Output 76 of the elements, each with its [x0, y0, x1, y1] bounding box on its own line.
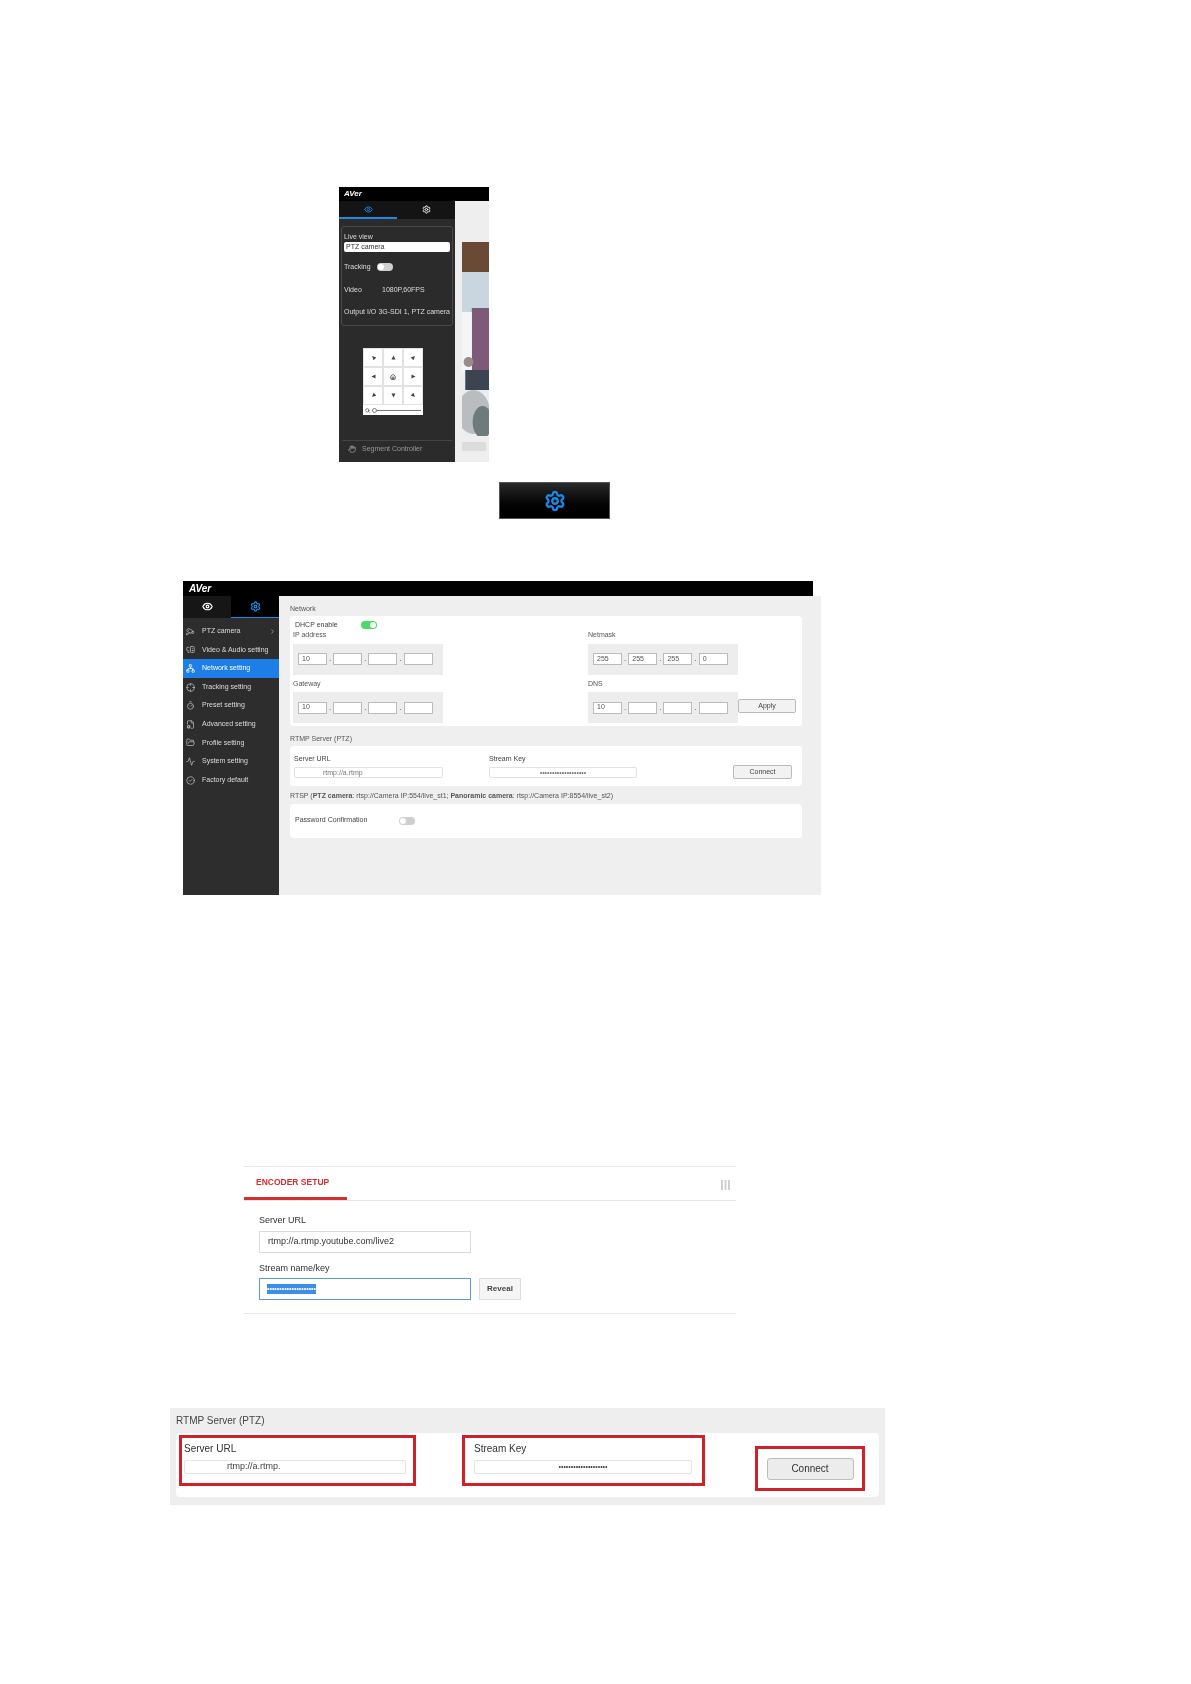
folder-icon	[186, 738, 195, 748]
separator: .	[694, 653, 697, 665]
settings-button[interactable]	[499, 482, 610, 519]
triangle-icon	[370, 374, 376, 379]
field-label: Stream Key	[474, 1442, 528, 1456]
field-label: Server URL	[259, 1214, 307, 1227]
toggle-switch[interactable]	[376, 263, 393, 272]
logo: AVer	[189, 583, 212, 594]
separator: .	[364, 701, 367, 714]
connect-button[interactable]: Connect	[766, 1457, 854, 1480]
logo: AVer	[344, 190, 362, 198]
separator: .	[399, 701, 402, 714]
separator: .	[364, 653, 367, 665]
pan-button[interactable]	[383, 348, 403, 367]
tab[interactable]	[183, 596, 231, 618]
octet-field[interactable]	[403, 701, 433, 714]
toggle-switch[interactable]	[399, 816, 416, 825]
triangle-icon	[410, 374, 416, 379]
eye-icon	[363, 204, 373, 214]
octet-field[interactable]	[663, 701, 693, 714]
timer-icon	[186, 701, 195, 711]
pan-button[interactable]	[363, 367, 383, 386]
check-circle-icon	[186, 775, 195, 785]
home-icon	[390, 373, 396, 380]
triangle-icon	[390, 355, 396, 360]
separator: .	[659, 653, 662, 665]
tab[interactable]: ENCODER SETUP	[244, 1167, 347, 1200]
zoom-icon	[365, 407, 370, 413]
separator: .	[329, 701, 332, 714]
slider-thumb[interactable]	[372, 407, 378, 413]
separator: .	[624, 701, 627, 714]
field-label: Server URL	[184, 1442, 238, 1456]
field-label: Stream name/key	[259, 1261, 331, 1275]
octet-field[interactable]	[698, 701, 728, 714]
triangle-icon	[409, 391, 417, 400]
network-icon	[186, 664, 195, 673]
pulse-icon	[186, 756, 195, 766]
grip-icon	[721, 1180, 730, 1190]
triangle-icon	[409, 353, 417, 362]
server-url-field[interactable]: rtmp://a.rtmp.	[184, 1460, 406, 1474]
triangle-icon	[390, 393, 396, 398]
pan-button[interactable]	[383, 386, 403, 405]
section-title: RTMP Server (PTZ)	[176, 1414, 266, 1428]
tab[interactable]	[231, 596, 279, 618]
octet-field[interactable]	[628, 701, 658, 714]
separator: .	[624, 653, 627, 665]
pan-button[interactable]	[403, 348, 423, 367]
separator: .	[694, 701, 697, 714]
pan-button[interactable]	[363, 348, 383, 367]
server-url-field[interactable]: rtmp://a.rtmp.youtube.com/live2	[259, 1230, 471, 1253]
octet-field[interactable]	[368, 653, 398, 665]
gear-icon	[543, 489, 566, 512]
separator: .	[399, 653, 402, 665]
octet-field[interactable]	[333, 701, 363, 714]
gear-icon	[421, 204, 431, 214]
separator: .	[329, 653, 332, 665]
octet-field[interactable]	[333, 653, 363, 665]
pan-button[interactable]	[383, 367, 403, 386]
crosshair-icon	[186, 682, 195, 692]
camera-icon	[186, 626, 195, 636]
eye-icon	[201, 601, 213, 612]
separator: .	[659, 701, 662, 714]
pan-button[interactable]	[403, 367, 423, 386]
octet-field[interactable]	[403, 653, 433, 665]
file-gear-icon	[186, 719, 195, 729]
tab[interactable]	[397, 201, 455, 219]
reveal-button[interactable]: Reveal	[479, 1278, 521, 1300]
octet-field[interactable]	[368, 701, 398, 714]
monitor-speaker-icon	[186, 645, 195, 655]
gear-icon	[249, 601, 261, 612]
triangle-icon	[369, 391, 377, 400]
pan-button[interactable]	[403, 386, 423, 405]
triangle-icon	[369, 353, 377, 362]
toggle-switch[interactable]	[360, 620, 377, 629]
pan-button[interactable]	[363, 386, 383, 405]
hand-icon	[348, 444, 356, 453]
